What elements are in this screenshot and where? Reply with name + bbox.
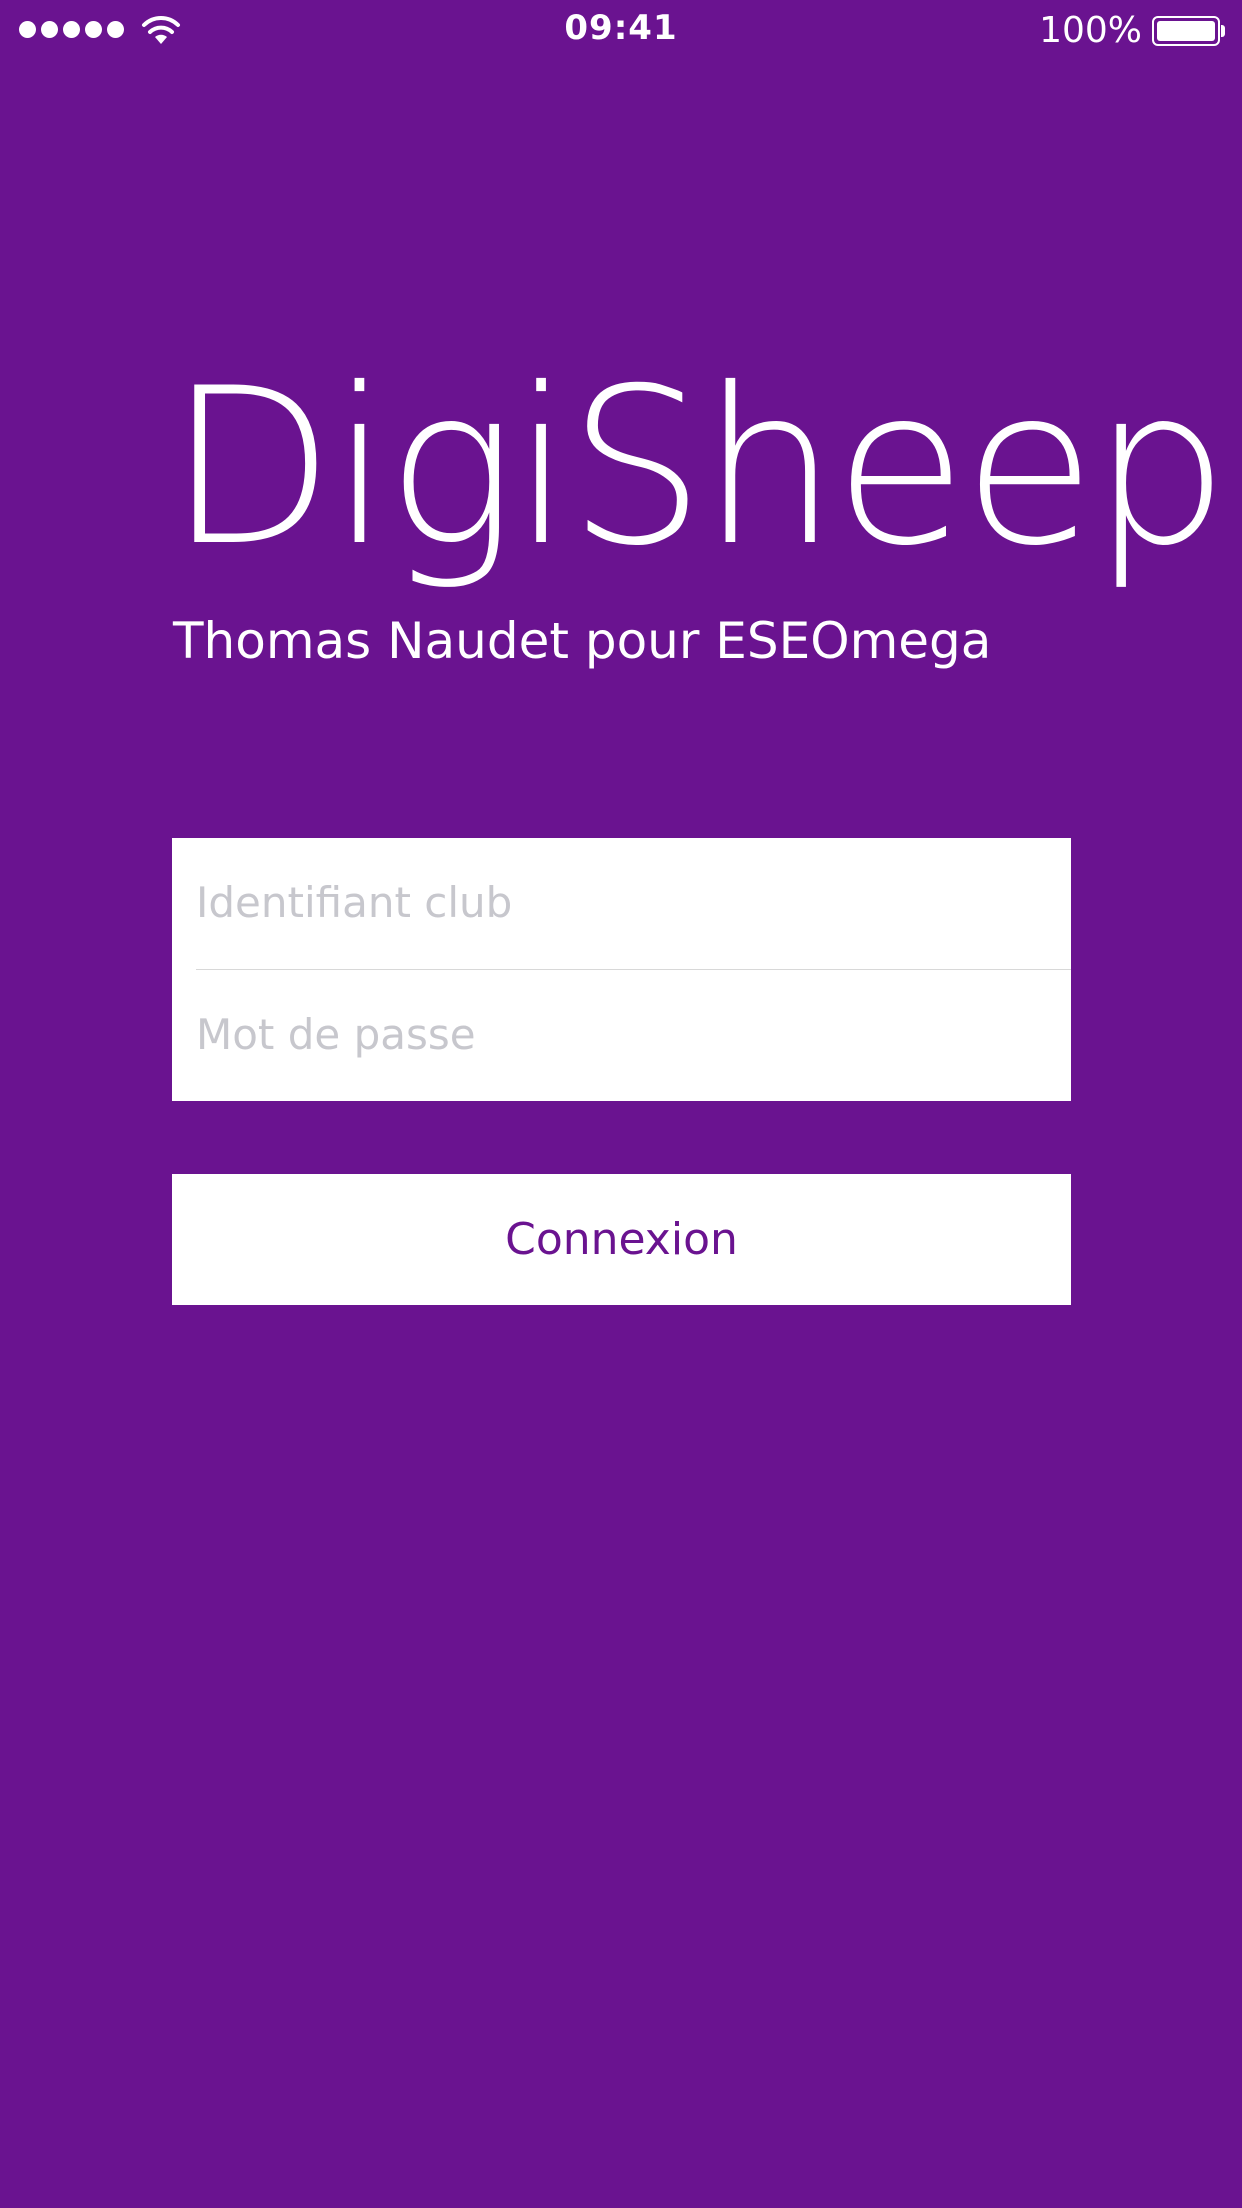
status-bar: 09:41 100% <box>0 0 1242 60</box>
app-subtitle: Thomas Naudet pour ESEOmega <box>173 612 992 670</box>
field-separator <box>196 969 1071 970</box>
battery-fill <box>1157 21 1215 41</box>
login-form <box>172 838 1071 1101</box>
app-title: DigiSheep <box>168 342 1229 593</box>
password-input[interactable] <box>196 984 1071 1084</box>
login-button[interactable]: Connexion <box>172 1174 1071 1305</box>
battery-percentage: 100% <box>1039 10 1142 51</box>
battery-icon <box>1152 16 1220 46</box>
battery-nub <box>1221 25 1225 37</box>
club-id-input[interactable] <box>196 852 1071 952</box>
